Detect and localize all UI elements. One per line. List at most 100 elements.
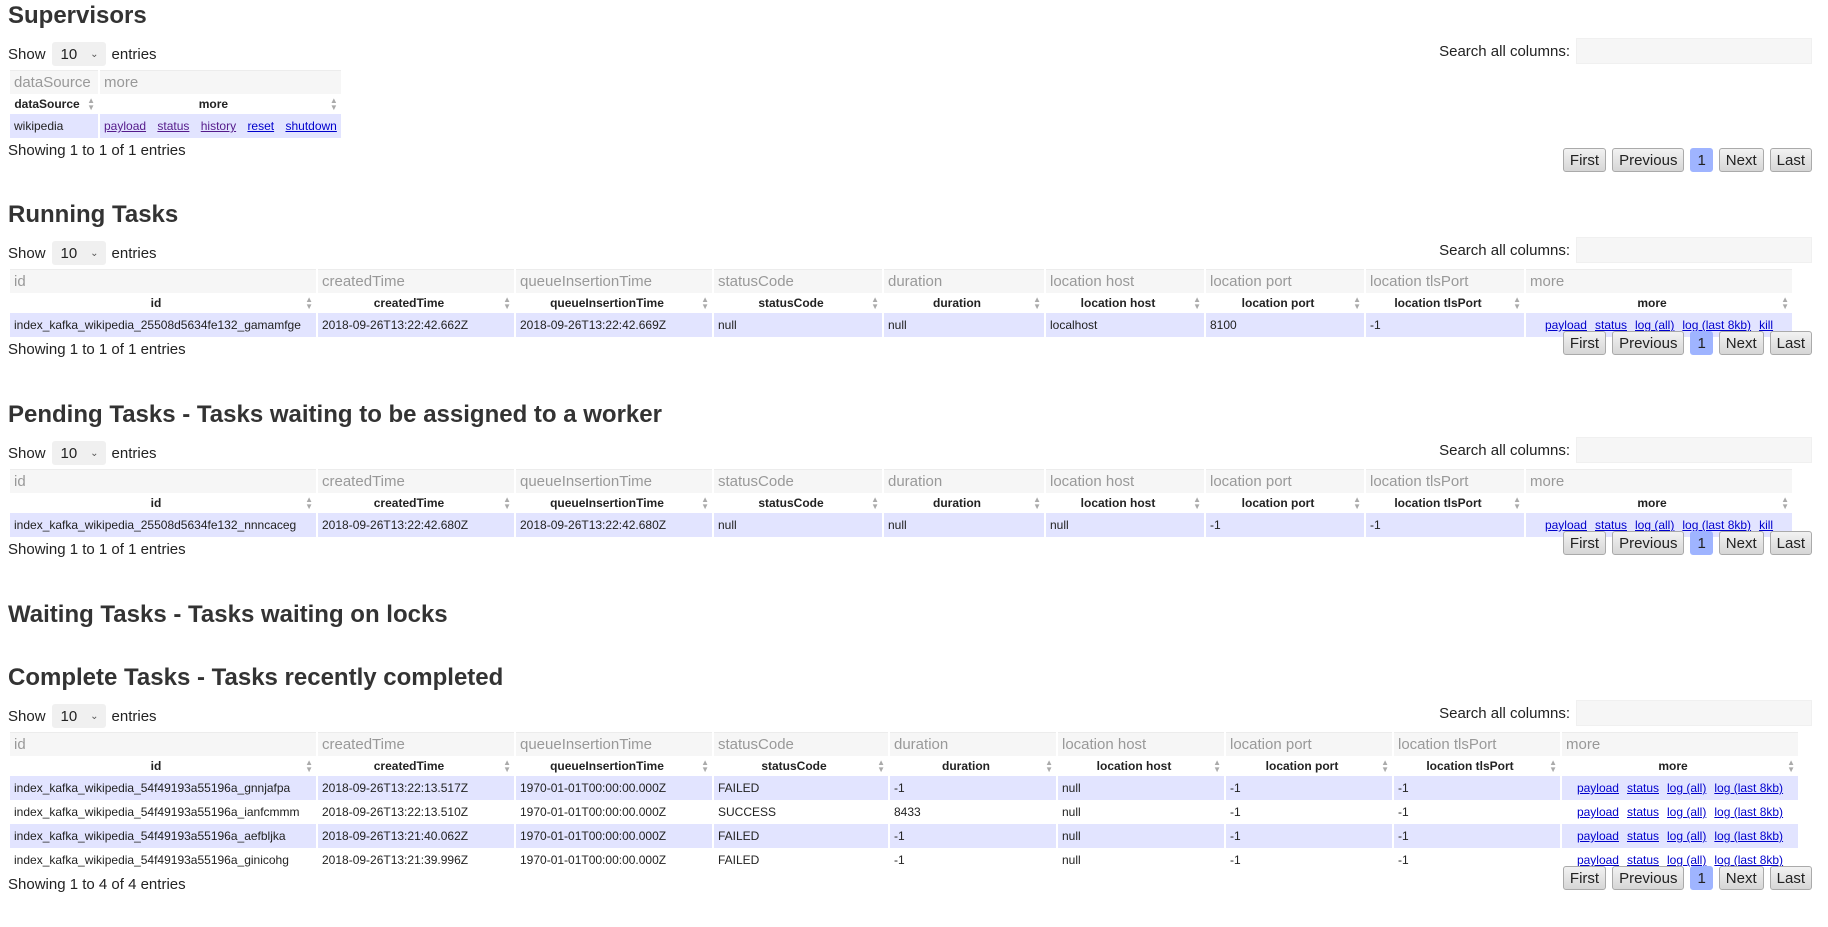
filter-input[interactable]: location tlsPort	[1366, 469, 1524, 493]
payload-link[interactable]: payload	[1577, 829, 1619, 843]
previous-button[interactable]: Previous	[1612, 866, 1685, 890]
status-link[interactable]: status	[1627, 853, 1659, 867]
status-link[interactable]: status	[1627, 805, 1659, 819]
column-header[interactable]: statusCode ▲ ▼	[714, 756, 888, 776]
first-button[interactable]: First	[1562, 531, 1607, 555]
page-length-select[interactable]: 10 ⌄	[51, 704, 106, 728]
page-1-button[interactable]: 1	[1690, 148, 1713, 172]
column-header[interactable]: duration ▲ ▼	[890, 756, 1056, 776]
next-button[interactable]: Next	[1718, 866, 1764, 890]
search-input[interactable]	[1576, 38, 1812, 64]
log-all-link[interactable]: log (all)	[1667, 829, 1706, 843]
column-header[interactable]: createdTime ▲ ▼	[318, 756, 514, 776]
payload-link[interactable]: payload	[1577, 781, 1619, 795]
filter-input[interactable]: duration	[884, 269, 1044, 293]
filter-input[interactable]: createdTime	[318, 469, 514, 493]
previous-button[interactable]: Previous	[1612, 331, 1685, 355]
status-link[interactable]: status	[1595, 318, 1627, 332]
next-button[interactable]: Next	[1718, 531, 1764, 555]
column-header[interactable]: createdTime ▲ ▼	[318, 493, 514, 513]
shutdown-link[interactable]: shutdown	[285, 119, 336, 133]
filter-input[interactable]: queueInsertionTime	[516, 269, 712, 293]
filter-input[interactable]: location port	[1206, 469, 1364, 493]
last-button[interactable]: Last	[1769, 866, 1812, 890]
log-all-link[interactable]: log (all)	[1635, 518, 1674, 532]
page-length-select[interactable]: 10 ⌄	[51, 42, 106, 66]
column-header[interactable]: queueInsertionTime ▲ ▼	[516, 756, 712, 776]
payload-link[interactable]: payload	[104, 119, 146, 133]
reset-link[interactable]: reset	[247, 119, 274, 133]
next-button[interactable]: Next	[1718, 331, 1764, 355]
last-button[interactable]: Last	[1769, 531, 1812, 555]
column-header[interactable]: location host ▲ ▼	[1046, 493, 1204, 513]
filter-input[interactable]: duration	[890, 732, 1056, 756]
column-header[interactable]: location port ▲ ▼	[1226, 756, 1392, 776]
last-button[interactable]: Last	[1769, 148, 1812, 172]
column-header[interactable]: id ▲ ▼	[10, 493, 316, 513]
filter-input[interactable]: id	[10, 269, 316, 293]
filter-input[interactable]: location tlsPort	[1366, 269, 1524, 293]
log-all-link[interactable]: log (all)	[1667, 781, 1706, 795]
filter-input[interactable]: location port	[1206, 269, 1364, 293]
log-all-link[interactable]: log (all)	[1635, 318, 1674, 332]
filter-input[interactable]: location host	[1046, 469, 1204, 493]
page-1-button[interactable]: 1	[1690, 331, 1713, 355]
log-all-link[interactable]: log (all)	[1667, 805, 1706, 819]
filter-input[interactable]: statusCode	[714, 269, 882, 293]
next-button[interactable]: Next	[1718, 148, 1764, 172]
filter-input[interactable]: location host	[1058, 732, 1224, 756]
column-header[interactable]: dataSource ▲ ▼	[10, 94, 98, 114]
log-last-8kb-link[interactable]: log (last 8kb)	[1682, 518, 1751, 532]
column-header[interactable]: more ▲ ▼	[1526, 493, 1792, 513]
first-button[interactable]: First	[1562, 148, 1607, 172]
payload-link[interactable]: payload	[1577, 805, 1619, 819]
column-header[interactable]: more ▲ ▼	[1526, 293, 1792, 313]
column-header[interactable]: statusCode ▲ ▼	[714, 493, 882, 513]
column-header[interactable]: statusCode ▲ ▼	[714, 293, 882, 313]
first-button[interactable]: First	[1562, 331, 1607, 355]
column-header[interactable]: id ▲ ▼	[10, 293, 316, 313]
column-header[interactable]: duration ▲ ▼	[884, 293, 1044, 313]
log-last-8kb-link[interactable]: log (last 8kb)	[1682, 318, 1751, 332]
filter-input[interactable]: more	[100, 70, 341, 94]
column-header[interactable]: id ▲ ▼	[10, 756, 316, 776]
status-link[interactable]: status	[1627, 781, 1659, 795]
column-header[interactable]: more ▲ ▼	[1562, 756, 1798, 776]
last-button[interactable]: Last	[1769, 331, 1812, 355]
previous-button[interactable]: Previous	[1612, 531, 1685, 555]
column-header[interactable]: duration ▲ ▼	[884, 493, 1044, 513]
column-header[interactable]: location host ▲ ▼	[1046, 293, 1204, 313]
search-input[interactable]	[1576, 700, 1812, 726]
filter-input[interactable]: more	[1562, 732, 1798, 756]
filter-input[interactable]: id	[10, 732, 316, 756]
status-link[interactable]: status	[1627, 829, 1659, 843]
column-header[interactable]: location port ▲ ▼	[1206, 493, 1364, 513]
filter-input[interactable]: more	[1526, 469, 1792, 493]
filter-input[interactable]: createdTime	[318, 732, 514, 756]
column-header[interactable]: createdTime ▲ ▼	[318, 293, 514, 313]
column-header[interactable]: queueInsertionTime ▲ ▼	[516, 293, 712, 313]
kill-link[interactable]: kill	[1759, 318, 1773, 332]
filter-input[interactable]: location port	[1226, 732, 1392, 756]
log-last-8kb-link[interactable]: log (last 8kb)	[1714, 781, 1783, 795]
search-input[interactable]	[1576, 237, 1812, 263]
filter-input[interactable]: createdTime	[318, 269, 514, 293]
page-length-select[interactable]: 10 ⌄	[51, 441, 106, 465]
status-link[interactable]: status	[1595, 518, 1627, 532]
payload-link[interactable]: payload	[1577, 853, 1619, 867]
filter-input[interactable]: location tlsPort	[1394, 732, 1560, 756]
log-last-8kb-link[interactable]: log (last 8kb)	[1714, 829, 1783, 843]
filter-input[interactable]: more	[1526, 269, 1792, 293]
column-header[interactable]: location host ▲ ▼	[1058, 756, 1224, 776]
payload-link[interactable]: payload	[1545, 518, 1587, 532]
first-button[interactable]: First	[1562, 866, 1607, 890]
filter-input[interactable]: statusCode	[714, 469, 882, 493]
column-header[interactable]: location tlsPort ▲ ▼	[1394, 756, 1560, 776]
column-header[interactable]: more ▲ ▼	[100, 94, 341, 114]
log-all-link[interactable]: log (all)	[1667, 853, 1706, 867]
page-1-button[interactable]: 1	[1690, 866, 1713, 890]
filter-input[interactable]: location host	[1046, 269, 1204, 293]
search-input[interactable]	[1576, 437, 1812, 463]
log-last-8kb-link[interactable]: log (last 8kb)	[1714, 853, 1783, 867]
column-header[interactable]: queueInsertionTime ▲ ▼	[516, 493, 712, 513]
